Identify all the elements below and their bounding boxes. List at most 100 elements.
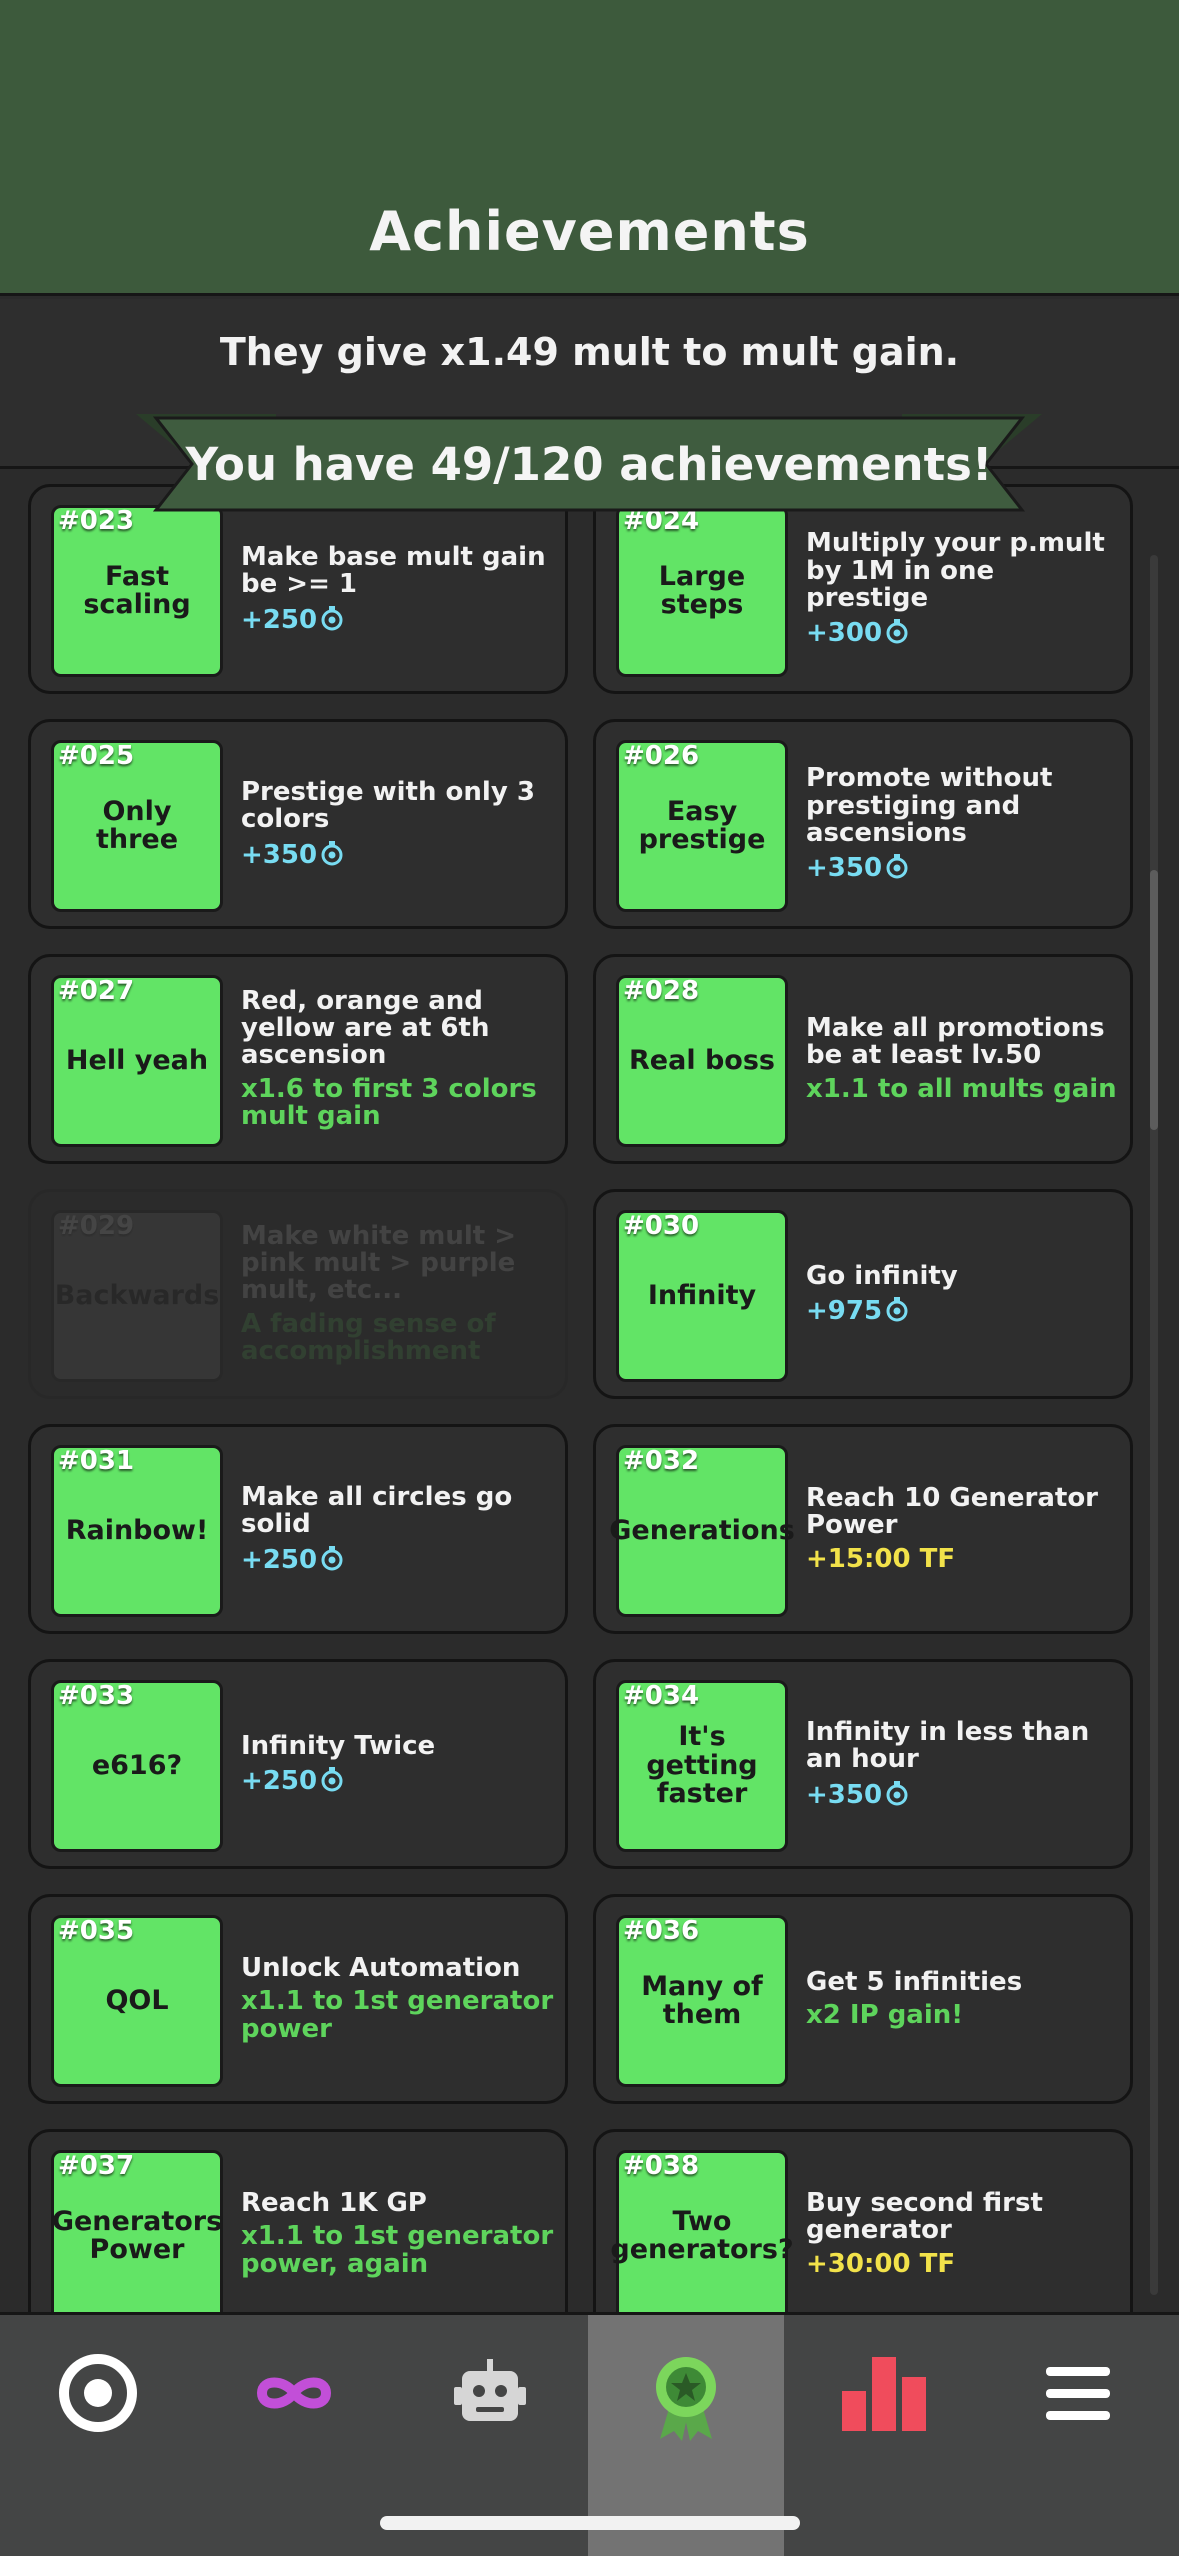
achievement-card[interactable]: e616? #033 Infinity Twice +250: [28, 1659, 568, 1869]
achievement-card[interactable]: Backwards #029 Make white mult > pink mult…: [28, 1189, 568, 1399]
achievement-number: #023: [58, 506, 135, 536]
reward-text: +300: [806, 618, 883, 649]
achievement-description: Make all promotions be at least lv.50: [806, 1013, 1105, 1071]
stopwatch-icon: [886, 619, 908, 644]
achievement-reward: +350: [241, 840, 559, 869]
achievement-reward: x1.1 to 1st generator power, again: [241, 2223, 559, 2278]
reward-text: +350: [806, 1779, 883, 1810]
achievement-badge: Backwards #029: [51, 1210, 223, 1382]
achievement-description: Unlock Automation: [241, 1953, 521, 1984]
achievement-details: Make white mult > pink mult > purple mul…: [241, 1192, 559, 1396]
stopwatch-icon: [321, 840, 343, 866]
reward-text: x2 IP gain!: [806, 2000, 964, 2030]
achievement-list[interactable]: Fast scaling #023 Make base mult gain be >…: [0, 472, 1179, 2312]
reward-text: x1.1 to 1st generator power: [241, 1986, 554, 2044]
achievement-badge: Two generators? #038: [610, 2150, 794, 2312]
achievement-details: Get 5 infinities x2 IP gain!: [806, 1897, 1124, 2101]
scrollbar-track[interactable]: [1150, 555, 1158, 2295]
achievement-number: #031: [58, 1446, 135, 1476]
stopwatch-icon: [886, 854, 908, 879]
achievement-number: #032: [623, 1446, 700, 1476]
achievement-card[interactable]: Only three #025 Prestige with only 3 color…: [28, 719, 568, 929]
reward-text: A fading sense of accomplishment: [241, 1308, 496, 1366]
achievement-reward: +975: [806, 1296, 1124, 1325]
achievement-card[interactable]: Two generators? #038 Buy second first gene…: [593, 2129, 1133, 2312]
achievement-reward: +350: [806, 853, 1124, 882]
achievement-description: Multiply your p.mult by 1M in one presti…: [806, 528, 1105, 613]
achievement-card[interactable]: It's getting faster #034 Infinity in less …: [593, 1659, 1133, 1869]
achievement-badge: Infinity #030: [616, 1210, 788, 1382]
achievement-reward: +250: [241, 1766, 559, 1795]
achievement-badge: Hell yeah #027: [51, 975, 223, 1147]
achievement-badge: e616? #033: [51, 1680, 223, 1852]
achievement-card[interactable]: Rainbow! #031 Make all circles go solid +25…: [28, 1424, 568, 1634]
achievement-badge: Generators Power #037: [51, 2150, 223, 2312]
hamburger-menu-icon: [1046, 2367, 1110, 2420]
achievement-description: Get 5 infinities: [806, 1966, 1023, 1997]
nav-tab-stats[interactable]: [784, 2315, 980, 2556]
reward-text: +975: [806, 1296, 883, 1326]
achievement-details: Red, orange and yellow are at 6th ascens…: [241, 957, 559, 1161]
infinity-icon: [256, 2377, 332, 2409]
mult-info-text: They give x1.49 mult to mult gain.: [219, 330, 960, 374]
achievement-description: Red, orange and yellow are at 6th ascens…: [241, 985, 490, 1071]
achievement-number: #028: [623, 976, 700, 1006]
achievement-description: Reach 10 Generator Power: [806, 1483, 1099, 1541]
reward-text: x1.1 to all mults gain: [806, 1073, 1117, 1104]
robot-icon: [454, 2359, 526, 2421]
achievement-description: Buy second first generator: [806, 2188, 1043, 2246]
achievement-reward: x1.1 to 1st generator power: [241, 1988, 559, 2043]
achievement-badge: Generations #032: [609, 1445, 795, 1617]
achievement-card[interactable]: Infinity #030 Go infinity +975: [593, 1189, 1133, 1399]
reward-text: +250: [241, 604, 318, 635]
achievement-description: Prestige with only 3 colors: [241, 777, 535, 835]
page-title: Achievements: [369, 200, 810, 263]
achievement-description: Promote without prestiging and ascension…: [806, 763, 1053, 848]
achievement-details: Buy second first generator +30:00 TF: [806, 2132, 1124, 2312]
reward-text: +30:00 TF: [806, 2248, 956, 2279]
achievement-reward: +15:00 TF: [806, 1543, 1124, 1574]
achievement-badge: Easy prestige #026: [616, 740, 788, 912]
achievement-reward: +250: [241, 1545, 559, 1574]
achievement-reward: +350: [806, 1780, 1124, 1809]
achievement-details: Make all circles go solid +250: [241, 1427, 559, 1631]
reward-text: +15:00 TF: [806, 1543, 956, 1574]
achievement-number: #037: [58, 2151, 135, 2181]
achievement-reward: +30:00 TF: [806, 2248, 1124, 2279]
target-icon: [59, 2354, 137, 2432]
achievement-badge: Rainbow! #031: [51, 1445, 223, 1617]
home-indicator: [380, 2516, 800, 2530]
achievement-number: #035: [58, 1916, 135, 1946]
reward-text: +250: [241, 1766, 318, 1796]
achievement-details: Promote without prestiging and ascension…: [806, 722, 1124, 926]
achievement-number: #025: [58, 741, 135, 771]
achievement-card[interactable]: Hell yeah #027 Red, orange and yellow are …: [28, 954, 568, 1164]
achievement-badge: Only three #025: [51, 740, 223, 912]
nav-tab-menu[interactable]: [980, 2315, 1176, 2556]
achievement-badge: It's getting faster #034: [616, 1680, 788, 1852]
achievement-details: Infinity in less than an hour +350: [806, 1662, 1124, 1866]
achievement-card[interactable]: Generators Power #037 Reach 1K GP x1.1 to 1…: [28, 2129, 568, 2312]
achievement-reward: +300: [806, 618, 1124, 647]
achievement-details: Reach 10 Generator Power +15:00 TF: [806, 1427, 1124, 1631]
achievement-card[interactable]: Easy prestige #026 Promote without prestig…: [593, 719, 1133, 929]
achievement-reward: x1.1 to all mults gain: [806, 1073, 1124, 1104]
nav-tab-infinity[interactable]: [196, 2315, 392, 2556]
achievement-number: #030: [623, 1211, 700, 1241]
achievement-number: #036: [623, 1916, 700, 1946]
nav-tab-circle[interactable]: [0, 2315, 196, 2556]
achievement-description: Make base mult gain be >= 1: [241, 542, 546, 600]
achievement-number: #026: [623, 741, 700, 771]
achievement-number: #029: [58, 1211, 135, 1241]
bar-chart-icon: [842, 2357, 926, 2431]
achievement-description: Make all circles go solid: [241, 1482, 513, 1540]
achievement-badge: Fast scaling #023: [51, 505, 223, 677]
achievement-details: Infinity Twice +250: [241, 1662, 559, 1866]
achievement-card[interactable]: QOL #035 Unlock Automation x1.1 to 1st gene…: [28, 1894, 568, 2104]
achievement-description: Go infinity: [806, 1260, 958, 1291]
achievement-number: #038: [623, 2151, 700, 2181]
scrollbar-thumb[interactable]: [1150, 870, 1158, 1130]
achievement-card[interactable]: Many of them #036 Get 5 infinities x2 IP ga…: [593, 1894, 1133, 2104]
achievement-card[interactable]: Real boss #028 Make all promotions be at l…: [593, 954, 1133, 1164]
achievement-card[interactable]: Generations #032 Reach 10 Generator Power +…: [593, 1424, 1133, 1634]
